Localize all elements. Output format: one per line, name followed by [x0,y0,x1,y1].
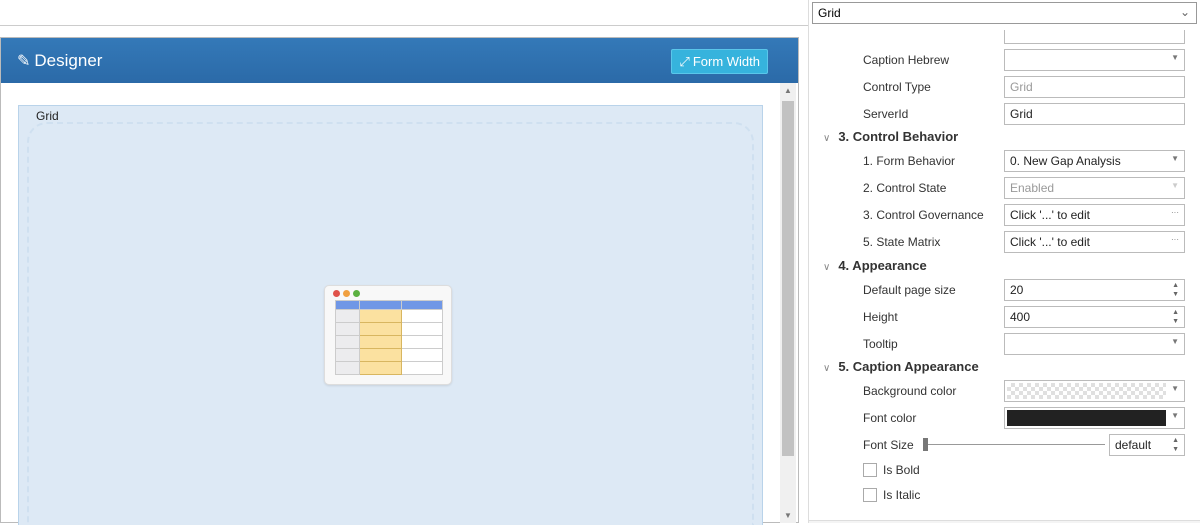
dropdown-arrow-icon: ▼ [1171,154,1179,163]
prop-label: ServerId [863,107,909,121]
prop-label: 3. Control Governance [863,208,984,222]
font-color-picker[interactable]: ▼ [1004,407,1185,429]
prop-control-governance: 3. Control Governance Click '...' to edi… [863,204,1193,226]
prop-label: 1. Form Behavior [863,154,956,168]
server-id-field[interactable]: Grid [1004,103,1185,125]
caption-hebrew-dropdown[interactable]: ▼ [1004,49,1185,71]
prop-label: 5. State Matrix [863,235,941,249]
chevron-down-icon: ∨ [823,262,831,273]
ellipsis-icon[interactable]: ··· [1171,208,1179,217]
prop-label: Font Size [863,438,914,452]
prop-control-state: 2. Control State Enabled ▼ [863,177,1193,199]
state-matrix-field[interactable]: Click '...' to edit ··· [1004,231,1185,253]
tooltip-dropdown[interactable]: ▼ [1004,333,1185,355]
object-selector-value: Grid [818,6,841,20]
prop-label: Background color [863,384,957,398]
prop-label: Caption Hebrew [863,53,950,67]
designer-panel: ✎ Designer ⤢ Form Width Grid ▲ ▼ [0,37,799,525]
font-size-slider[interactable] [925,444,1105,445]
dropdown-arrow-icon: ▼ [1171,411,1179,420]
prop-tooltip: Tooltip ▼ [863,333,1193,355]
checkbox-box[interactable] [863,463,877,477]
control-type-field: Grid [1004,76,1185,98]
prop-background-color: Background color ▼ [863,380,1193,402]
section-appearance[interactable]: ∨ 4. Appearance [823,258,927,273]
font-size-spinner[interactable]: default ▲ ▼ [1109,434,1185,456]
grid-control-icon [324,285,452,385]
prop-form-behavior: 1. Form Behavior 0. New Gap Analysis ▼ [863,150,1193,172]
top-bar [0,0,808,26]
checkbox-label: Is Italic [883,488,921,502]
spinner-arrows-icon[interactable]: ▲ ▼ [1172,436,1179,454]
section-control-behavior[interactable]: ∨ 3. Control Behavior [823,129,958,144]
dropdown-arrow-icon: ▼ [1171,181,1179,190]
prop-label: Control Type [863,80,931,94]
designer-scrollbar[interactable]: ▲ ▼ [780,83,796,523]
dropdown-arrow-icon: ▼ [1171,53,1179,62]
object-selector[interactable]: Grid ⌄ [812,2,1197,24]
pencil-ruler-icon: ✎ [17,52,31,70]
prop-label: Default page size [863,283,956,297]
prop-height: Height 400 ▲ ▼ [863,306,1193,328]
chevron-down-icon: ⌄ [1179,5,1190,19]
checkbox-label: Is Bold [883,463,920,477]
form-behavior-dropdown[interactable]: 0. New Gap Analysis ▼ [1004,150,1185,172]
designer-header: ✎ Designer ⤢ Form Width [1,38,798,83]
chevron-down-icon: ∨ [823,363,831,374]
prop-default-page-size: Default page size 20 ▲ ▼ [863,279,1193,301]
background-color-picker[interactable]: ▼ [1004,380,1185,402]
prop-font-size: Font Size default ▲ ▼ [863,434,1193,456]
scroll-up-icon[interactable]: ▲ [780,86,796,95]
is-italic-checkbox[interactable]: Is Italic [863,488,920,502]
control-governance-field[interactable]: Click '...' to edit ··· [1004,204,1185,226]
font-size-slider-thumb[interactable] [923,438,928,451]
scroll-down-icon[interactable]: ▼ [780,511,796,520]
section-caption-appearance[interactable]: ∨ 5. Caption Appearance [823,359,979,374]
expand-icon: ⤢ [679,53,690,69]
height-spinner[interactable]: 400 ▲ ▼ [1004,306,1185,328]
designer-title: Designer [34,50,103,70]
spinner-arrows-icon[interactable]: ▲ ▼ [1172,281,1179,299]
form-width-button[interactable]: ⤢ Form Width [671,49,768,74]
control-state-dropdown[interactable]: Enabled ▼ [1004,177,1185,199]
dropdown-arrow-icon: ▼ [1171,337,1179,346]
chevron-down-icon: ∨ [823,133,831,144]
prop-control-type: Control Type Grid [863,76,1193,98]
scroll-thumb[interactable] [782,101,794,456]
prop-state-matrix: 5. State Matrix Click '...' to edit ··· [863,231,1193,253]
form-width-label: Form Width [692,54,760,69]
prop-label: Height [863,310,898,324]
prop-label: Font color [863,411,917,425]
dropdown-arrow-icon: ▼ [1171,384,1179,393]
properties-panel: Grid ⌄ Caption Hebrew ▼ Control Type Gri… [808,0,1200,523]
is-bold-checkbox[interactable]: Is Bold [863,463,920,477]
spinner-arrows-icon[interactable]: ▲ ▼ [1172,308,1179,326]
grid-caption: Grid [36,109,59,123]
prop-label: 2. Control State [863,181,947,195]
default-page-size-spinner[interactable]: 20 ▲ ▼ [1004,279,1185,301]
prop-label: Tooltip [863,337,898,351]
prop-font-color: Font color ▼ [863,407,1193,429]
prop-caption-hebrew: Caption Hebrew ▼ [863,49,1193,71]
partial-field[interactable] [1004,30,1185,44]
checkbox-box[interactable] [863,488,877,502]
ellipsis-icon[interactable]: ··· [1171,235,1179,244]
prop-server-id: ServerId Grid [863,103,1193,125]
